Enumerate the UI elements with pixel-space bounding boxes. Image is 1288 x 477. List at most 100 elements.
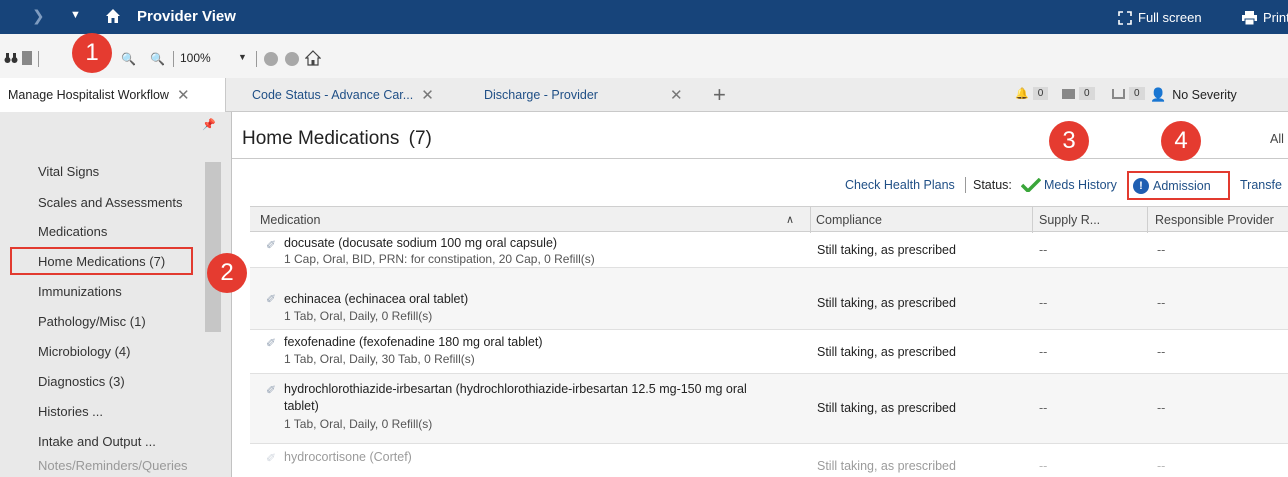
- home-icon[interactable]: [104, 7, 122, 25]
- column-divider: [810, 207, 811, 233]
- inbox-icon: [1112, 88, 1125, 99]
- sidebar-item-scales-and-assessments[interactable]: Scales and Assessments: [38, 195, 183, 210]
- severity-indicator[interactable]: 👤 No Severity: [1150, 87, 1237, 103]
- sort-chevron-up-icon[interactable]: ∧: [786, 213, 794, 226]
- column-supply-remaining[interactable]: Supply R...: [1039, 213, 1100, 227]
- tab-label: Manage Hospitalist Workflow: [8, 88, 169, 102]
- provider-cell: --: [1157, 243, 1166, 257]
- close-icon[interactable]: ✕: [670, 86, 683, 104]
- section-title-text: Home Medications: [242, 128, 400, 149]
- compliance-cell: Still taking, as prescribed: [817, 345, 956, 359]
- column-responsible-provider[interactable]: Responsible Provider: [1155, 213, 1274, 227]
- medication-icon: ✐: [266, 336, 277, 350]
- tab-manage-hospitalist-workflow[interactable]: Manage Hospitalist Workflow ✕: [0, 78, 226, 112]
- close-icon[interactable]: ✕: [177, 86, 190, 104]
- tab-discharge-provider[interactable]: Discharge - Provider ✕: [484, 78, 694, 112]
- highlight-box: [1127, 171, 1230, 200]
- annotation-badge-4: 4: [1161, 121, 1201, 161]
- tab-code-status[interactable]: Code Status - Advance Car... ✕: [252, 78, 452, 112]
- sidebar-item-vital-signs[interactable]: Vital Signs: [38, 164, 99, 179]
- check-health-plans-link[interactable]: Check Health Plans: [845, 178, 955, 192]
- tab-bar: Manage Hospitalist Workflow ✕ Code Statu…: [0, 78, 1288, 112]
- compliance-cell: Still taking, as prescribed: [817, 401, 956, 415]
- scrollbar-thumb[interactable]: [205, 162, 221, 332]
- medication-name: echinacea (echinacea oral tablet): [284, 292, 469, 306]
- expand-icon: [1118, 10, 1132, 25]
- divider: [232, 158, 1288, 159]
- notifications-count: 0: [1032, 87, 1049, 100]
- all-filter-link[interactable]: All: [1270, 132, 1284, 146]
- sidebar: 📌 Vital Signs Scales and Assessments Med…: [0, 112, 232, 477]
- medication-detail: 1 Cap, Oral, BID, PRN: for constipation,…: [284, 252, 595, 266]
- column-compliance[interactable]: Compliance: [816, 213, 882, 227]
- home-icon[interactable]: [305, 50, 321, 66]
- sidebar-item-medications[interactable]: Medications: [38, 224, 107, 239]
- sidebar-item-notes-reminders-queries[interactable]: Notes/Reminders/Queries: [38, 458, 188, 473]
- bell-icon: 🔔: [1015, 88, 1029, 100]
- sidebar-item-immunizations[interactable]: Immunizations: [38, 284, 122, 299]
- sidebar-item-histories[interactable]: Histories ...: [38, 404, 103, 419]
- message-icon: [1062, 88, 1075, 99]
- medication-icon: ✐: [266, 451, 277, 465]
- forward-icon[interactable]: [285, 52, 299, 66]
- medication-detail: 1 Tab, Oral, Daily, 0 Refill(s): [284, 309, 433, 323]
- status-divider: [965, 177, 966, 193]
- print-label: Print: [1263, 10, 1288, 25]
- document-icon[interactable]: [22, 51, 32, 65]
- zoom-in-icon[interactable]: 🔍: [150, 52, 165, 66]
- provider-cell: --: [1157, 296, 1166, 310]
- fullscreen-button[interactable]: Full screen: [1118, 10, 1202, 25]
- table-row[interactable]: ✐ hydrocortisone (Cortef) Still taking, …: [250, 444, 1288, 477]
- binoculars-icon[interactable]: [4, 51, 18, 65]
- highlight-box: [10, 247, 193, 275]
- meds-history-label: Meds History: [1044, 178, 1117, 192]
- table-row[interactable]: ✐ fexofenadine (fexofenadine 180 mg oral…: [250, 330, 1288, 374]
- medication-detail: 1 Tab, Oral, Daily, 0 Refill(s): [284, 417, 433, 431]
- toolbar: 🔍 🔍 100% ▼: [0, 34, 1288, 78]
- checkmark-icon: [1021, 178, 1041, 192]
- severity-label: No Severity: [1172, 88, 1237, 102]
- table-row[interactable]: ✐ docusate (docusate sodium 100 mg oral …: [250, 232, 1288, 268]
- compliance-cell: Still taking, as prescribed: [817, 296, 956, 310]
- table-row[interactable]: ✐ hydrochlorothiazide-irbesartan (hydroc…: [250, 374, 1288, 444]
- medication-name: hydrocortisone (Cortef): [284, 450, 412, 464]
- transfer-link[interactable]: Transfe: [1240, 178, 1282, 192]
- sidebar-item-diagnostics[interactable]: Diagnostics (3): [38, 374, 125, 389]
- supply-cell: --: [1039, 345, 1048, 359]
- table-header: Medication ∧ Compliance Supply R... Resp…: [250, 206, 1288, 233]
- column-medication[interactable]: Medication: [260, 213, 320, 227]
- chevron-down-icon[interactable]: ▼: [70, 9, 81, 21]
- sidebar-item-microbiology[interactable]: Microbiology (4): [38, 344, 130, 359]
- supply-cell: --: [1039, 459, 1048, 473]
- compliance-cell: Still taking, as prescribed: [817, 459, 956, 473]
- page-title: Provider View: [137, 8, 236, 25]
- zoom-level-select[interactable]: 100%: [180, 51, 211, 65]
- sidebar-item-intake-and-output[interactable]: Intake and Output ...: [38, 434, 156, 449]
- provider-cell: --: [1157, 345, 1166, 359]
- chevron-down-icon[interactable]: ▼: [238, 52, 247, 62]
- pin-icon[interactable]: 📌: [202, 118, 216, 131]
- close-icon[interactable]: ✕: [421, 86, 434, 104]
- add-tab-icon[interactable]: +: [713, 82, 726, 108]
- inbox-counter[interactable]: 0: [1112, 87, 1145, 100]
- meds-history-link[interactable]: Meds History: [1021, 178, 1117, 192]
- back-icon[interactable]: [264, 52, 278, 66]
- inbox-count: 0: [1129, 87, 1145, 100]
- medication-name-continued: tablet): [284, 399, 319, 413]
- compliance-cell: Still taking, as prescribed: [817, 243, 956, 257]
- printer-icon: [1242, 10, 1257, 25]
- medication-name: fexofenadine (fexofenadine 180 mg oral t…: [284, 335, 543, 349]
- back-arrow-icon[interactable]: ❯: [32, 7, 45, 25]
- messages-counter[interactable]: 0: [1062, 87, 1095, 100]
- print-button[interactable]: Print: [1242, 10, 1288, 25]
- notifications-counter[interactable]: 🔔 0: [1015, 87, 1049, 100]
- medication-icon: ✐: [266, 238, 277, 252]
- table-row[interactable]: ✐ echinacea (echinacea oral tablet) 1 Ta…: [250, 268, 1288, 330]
- sidebar-item-pathology-misc[interactable]: Pathology/Misc (1): [38, 314, 146, 329]
- column-divider: [1147, 207, 1148, 233]
- supply-cell: --: [1039, 296, 1048, 310]
- provider-cell: --: [1157, 401, 1166, 415]
- toolbar-divider: [38, 51, 39, 67]
- zoom-out-icon[interactable]: 🔍: [121, 52, 136, 66]
- section-count: (7): [408, 128, 432, 149]
